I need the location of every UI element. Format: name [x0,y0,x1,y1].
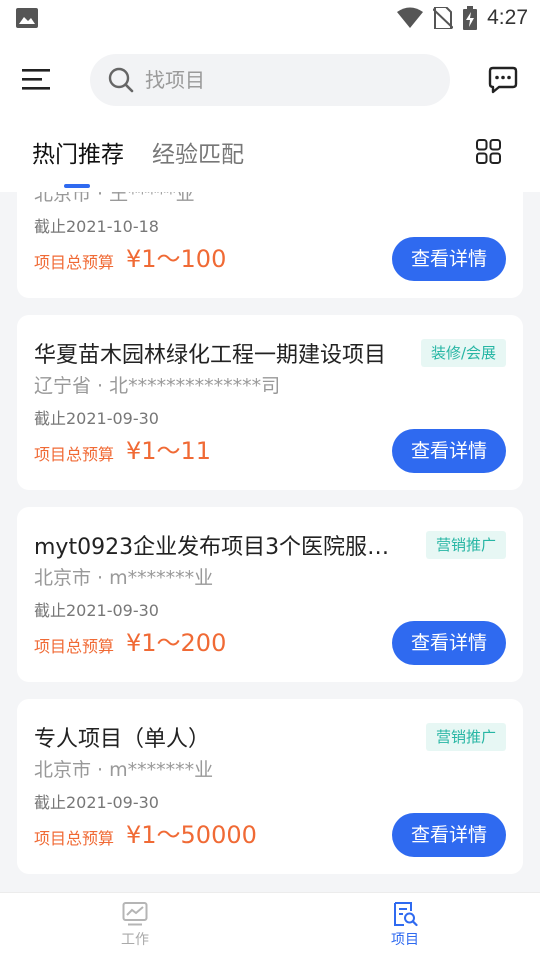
project-location: 北京市 · 王*****业 [34,192,195,205]
bottom-nav: 工作 项目 [0,892,540,960]
project-deadline: 截止2021-10-18 [34,217,159,236]
tab-experience-match[interactable]: 经验匹配 [152,138,244,172]
project-list[interactable]: 北京市 · 王*****业 截止2021-10-18 项目总预算 ¥1～100 … [0,192,540,892]
project-deadline: 截止2021-09-30 [34,409,159,428]
message-icon[interactable] [488,66,518,94]
search-icon [108,67,134,93]
menu-icon[interactable] [22,67,50,91]
budget-value: ¥1～50000 [126,821,257,849]
project-deadline: 截止2021-09-30 [34,601,159,620]
budget-label: 项目总预算 [34,829,115,848]
nav-label-project: 项目 [391,932,419,948]
status-bar: 4:27 [0,0,540,36]
category-tag: 营销推广 [425,723,506,751]
nav-item-project[interactable]: 项目 [365,901,445,949]
project-search-icon [394,902,418,927]
search-box[interactable] [90,54,450,106]
view-details-button[interactable]: 查看详情 [392,621,506,665]
budget-label: 项目总预算 [34,637,115,656]
nav-item-work[interactable]: 工作 [95,901,175,949]
project-title: myt0923企业发布项目3个医院服务... [34,535,407,560]
project-card[interactable]: 华夏苗木园林绿化工程一期建设项目 装修/会展 辽宁省 · 北**********… [17,315,523,490]
view-details-button[interactable]: 查看详情 [392,429,506,473]
budget-value: ¥1～100 [126,245,227,273]
status-time: 4:27 [487,6,528,29]
battery-charging-icon [463,6,478,30]
tab-hot-recommend[interactable]: 热门推荐 [32,138,124,172]
nav-label-work: 工作 [121,932,149,948]
category-tag: 装修/会展 [420,339,506,367]
budget-label: 项目总预算 [34,253,115,272]
project-card[interactable]: 北京市 · 王*****业 截止2021-10-18 项目总预算 ¥1～100 … [17,192,523,298]
category-grid-icon[interactable] [476,139,501,164]
chart-board-icon [122,902,148,926]
project-location: 北京市 · m*******业 [34,759,214,781]
category-tag: 营销推广 [425,531,506,559]
project-location: 北京市 · m*******业 [34,567,214,589]
project-deadline: 截止2021-09-30 [34,793,159,812]
budget-value: ¥1～200 [126,629,227,657]
view-details-button[interactable]: 查看详情 [392,813,506,857]
wifi-icon [397,7,424,28]
project-card[interactable]: 专人项目（单人） 营销推广 北京市 · m*******业 截止2021-09-… [17,699,523,874]
view-details-button[interactable]: 查看详情 [392,237,506,281]
no-sim-icon [433,7,454,29]
gallery-notification-icon [16,8,38,28]
project-title: 专人项目（单人） [34,727,211,752]
tabs-bar: 热门推荐 经验匹配 [0,124,540,192]
active-tab-indicator [64,184,90,188]
top-bar [0,36,540,124]
search-input[interactable] [145,64,425,96]
project-location: 辽宁省 · 北**************司 [34,375,281,397]
project-title: 华夏苗木园林绿化工程一期建设项目 [34,343,387,368]
budget-label: 项目总预算 [34,445,115,464]
budget-value: ¥1～11 [126,437,212,465]
project-card[interactable]: myt0923企业发布项目3个医院服务... 营销推广 北京市 · m*****… [17,507,523,682]
